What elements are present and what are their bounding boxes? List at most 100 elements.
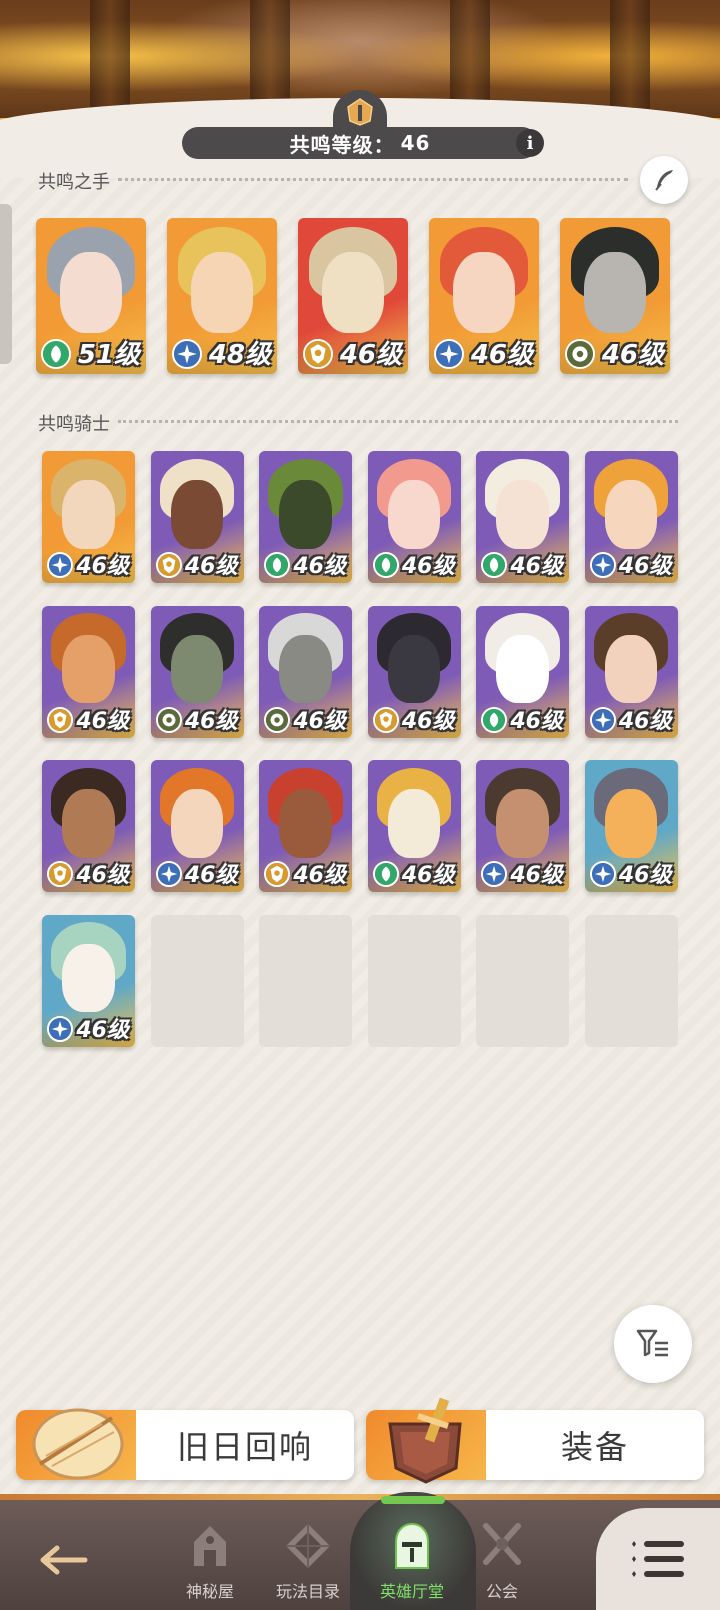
- knight-hero-card[interactable]: 46级: [476, 605, 569, 738]
- shield-class-icon: [155, 552, 182, 578]
- knight-hero-card[interactable]: 46级: [476, 451, 569, 583]
- hero-face: [584, 252, 646, 334]
- knight-hero-card[interactable]: 46级: [42, 451, 135, 583]
- knight-hero-card[interactable]: 46级: [42, 914, 135, 1047]
- leaf-class-icon: [264, 552, 290, 578]
- hero-level: 46级: [510, 863, 563, 888]
- nav-hero-hall[interactable]: 英雄厅堂: [362, 1510, 462, 1610]
- hero-face: [604, 634, 658, 704]
- hero-face: [62, 789, 115, 858]
- hero-level: 46级: [401, 708, 455, 734]
- hero-level: 46级: [601, 340, 664, 370]
- star-class-icon: [434, 339, 464, 369]
- knight-hero-card[interactable]: 46级: [259, 605, 352, 738]
- hero-level: 46级: [293, 554, 346, 579]
- hero-face: [604, 480, 658, 549]
- hero-level: 46级: [184, 863, 238, 888]
- equipment-button-label: 装备: [560, 1428, 629, 1466]
- menu-list-icon: [632, 1541, 684, 1577]
- hand-hero-card[interactable]: 51级: [36, 218, 146, 374]
- quill-edit-button[interactable]: [640, 156, 688, 204]
- leaf-class-icon: [372, 552, 399, 578]
- star-class-icon: [589, 552, 616, 578]
- hero-face: [191, 252, 253, 334]
- nav-label: 玩法目录: [275, 1582, 340, 1601]
- back-button[interactable]: [28, 1530, 98, 1590]
- hero-level: 46级: [470, 340, 533, 370]
- hero-level: 46级: [184, 708, 238, 734]
- hero-level: 46级: [184, 554, 238, 579]
- hero-level: 46级: [510, 554, 563, 579]
- hero-face: [62, 634, 115, 704]
- echo-button[interactable]: 旧日回响: [16, 1408, 354, 1480]
- empty-hero-slot: [584, 914, 678, 1047]
- nav-guild[interactable]: 公会: [452, 1510, 552, 1610]
- hero-face: [279, 634, 332, 704]
- hero-face: [496, 634, 549, 704]
- nav-mystery-house[interactable]: 神秘屋: [160, 1510, 260, 1610]
- hand-hero-card[interactable]: 46级: [298, 218, 408, 374]
- sword-shield-icon: [388, 1397, 462, 1484]
- menu-button[interactable]: [596, 1508, 720, 1610]
- knight-hero-card[interactable]: 46级: [259, 760, 352, 892]
- eye-class-icon: [565, 339, 595, 369]
- left-side-tab[interactable]: [0, 204, 12, 364]
- hero-face: [62, 943, 115, 1013]
- hero-face: [170, 480, 224, 549]
- hero-level: 46级: [339, 340, 402, 370]
- hero-level: 46级: [510, 708, 563, 734]
- hero-face: [496, 789, 549, 858]
- hero-level: 46级: [618, 863, 672, 888]
- knight-hero-card[interactable]: 46级: [259, 451, 352, 583]
- knight-hero-card[interactable]: 46级: [367, 605, 461, 738]
- nav-label: 公会: [485, 1582, 518, 1601]
- nav-gameplay-directory[interactable]: 玩法目录: [258, 1510, 358, 1610]
- hero-face: [387, 789, 441, 858]
- filter-sort-button[interactable]: [614, 1305, 692, 1383]
- knight-hero-card[interactable]: 46级: [584, 605, 678, 738]
- shield-class-icon: [372, 706, 399, 733]
- hero-face: [170, 634, 224, 704]
- nav-label: 英雄厅堂: [379, 1582, 444, 1601]
- hero-level: 48级: [208, 340, 271, 370]
- leaf-class-icon: [481, 706, 507, 733]
- knight-hero-card[interactable]: 46级: [150, 451, 244, 583]
- info-button[interactable]: i: [516, 129, 544, 157]
- equipment-button[interactable]: 装备: [366, 1397, 704, 1484]
- leaf-class-icon: [372, 861, 399, 887]
- empty-hero-slot: [150, 914, 244, 1047]
- knight-hero-card[interactable]: 46级: [42, 605, 135, 738]
- empty-hero-slot: [367, 914, 461, 1047]
- hero-face: [604, 789, 658, 858]
- hero-level: 46级: [401, 554, 455, 579]
- hand-hero-card[interactable]: 46级: [560, 218, 670, 374]
- hero-level: 46级: [618, 554, 672, 579]
- knight-hero-card[interactable]: 46级: [150, 605, 244, 738]
- knight-hero-card[interactable]: 46级: [150, 760, 244, 892]
- knight-hero-card[interactable]: 46级: [584, 760, 678, 892]
- empty-hero-slot: [259, 914, 352, 1047]
- hero-level: 46级: [76, 554, 129, 579]
- hero-face: [279, 789, 332, 858]
- hero-level: 46级: [293, 708, 346, 734]
- knight-hero-card[interactable]: 46级: [367, 451, 461, 583]
- hero-level: 46级: [618, 708, 672, 734]
- hand-hero-card[interactable]: 46级: [429, 218, 539, 374]
- hero-level: 46级: [76, 708, 129, 734]
- hero-face: [387, 480, 441, 549]
- hero-level: 46级: [76, 863, 129, 888]
- hero-level: 46级: [76, 1017, 129, 1043]
- filter-icon: [636, 1329, 668, 1357]
- hand-hero-card[interactable]: 48级: [167, 218, 277, 374]
- shield-class-icon: [264, 861, 290, 887]
- house-icon: [182, 1518, 238, 1574]
- knight-hero-card[interactable]: 46级: [584, 451, 678, 583]
- shield-class-icon: [303, 339, 333, 369]
- resonance-level-value: 46: [400, 131, 431, 155]
- knight-hero-card[interactable]: 46级: [42, 760, 135, 892]
- hero-face: [453, 252, 515, 334]
- section-title-hands: 共鸣之手: [38, 172, 110, 193]
- knight-hero-card[interactable]: 46级: [476, 760, 569, 892]
- shield-class-icon: [47, 861, 73, 887]
- knight-hero-card[interactable]: 46级: [367, 760, 461, 892]
